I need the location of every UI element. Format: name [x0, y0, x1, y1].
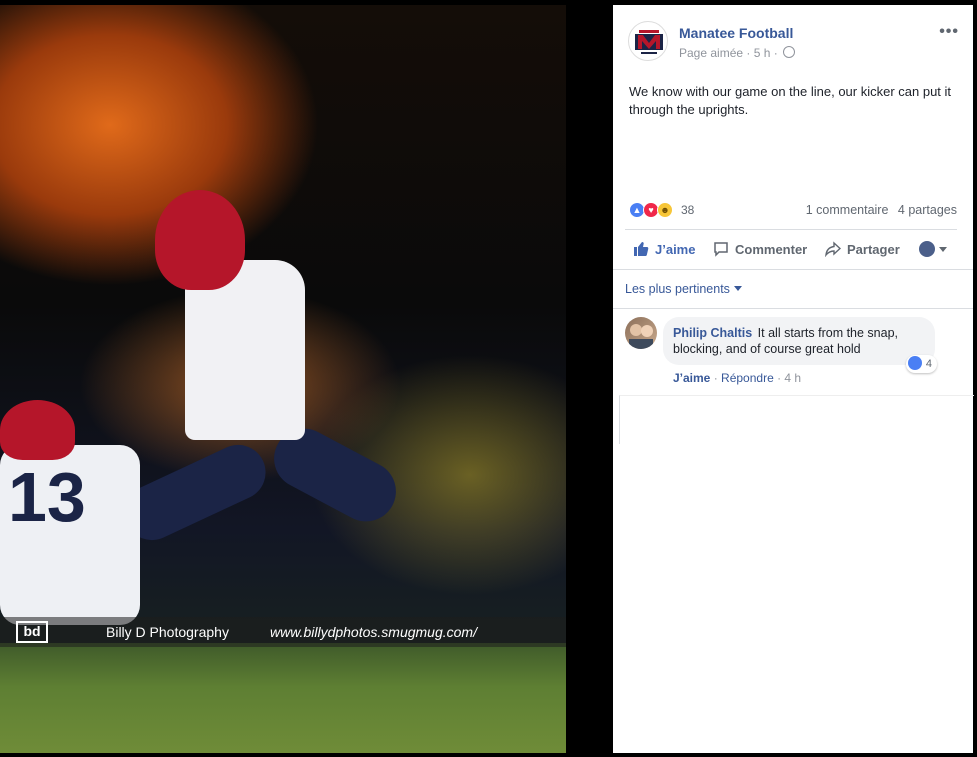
- comment-like-link[interactable]: J’aime: [673, 371, 710, 385]
- like-button-label: J’aime: [655, 242, 696, 257]
- watermark-name: Billy D Photography: [106, 624, 229, 640]
- like-reaction-icon: [907, 356, 922, 370]
- post-text: We know with our game on the line, our k…: [629, 84, 952, 117]
- comment-author-link[interactable]: Philip Chaltis: [673, 326, 752, 340]
- divider: [625, 229, 957, 230]
- comment-button[interactable]: Commenter: [713, 241, 807, 257]
- sort-label: Les plus pertinents: [625, 282, 730, 296]
- chevron-down-icon: [939, 247, 947, 252]
- post-header: Manatee Football Page aimée · 5 h · •••: [613, 5, 973, 75]
- share-button-label: Partager: [847, 242, 900, 257]
- post-meta: Page aimée · 5 h ·: [679, 46, 796, 60]
- share-button[interactable]: Partager: [825, 241, 900, 257]
- comment-reply-link[interactable]: Répondre: [721, 371, 774, 385]
- post-actions: J’aime Commenter Partager: [613, 237, 973, 263]
- reactions-count: 38: [681, 203, 695, 217]
- post-photo[interactable]: 13 bd Billy D Photography www.billydphot…: [0, 5, 566, 753]
- haha-reaction-icon: ☻: [657, 202, 673, 218]
- page-name-link[interactable]: Manatee Football: [679, 25, 793, 41]
- engagement-counts: 1 commentaire 4 partages: [800, 203, 957, 217]
- manatee-logo-icon: [635, 30, 663, 54]
- comment-like-count: 4: [925, 358, 932, 370]
- watermark-url: www.billydphotos.smugmug.com/: [270, 624, 477, 640]
- like-button[interactable]: J’aime: [633, 241, 695, 257]
- comment-actions: J’aime · Répondre · 4 h: [673, 371, 802, 385]
- comment-input-area: [619, 395, 974, 444]
- comment-reaction-badge[interactable]: 4: [905, 355, 937, 373]
- commenter-avatar[interactable]: [625, 317, 657, 349]
- post-time[interactable]: 5 h: [754, 46, 771, 60]
- field-grass: [0, 643, 566, 753]
- share-arrow-icon: [825, 241, 841, 257]
- person-avatar-icon: [629, 324, 653, 349]
- holder-number: 13: [8, 458, 86, 536]
- watermark-logo: bd: [16, 621, 48, 643]
- page-status: Page aimée: [679, 46, 744, 60]
- comment-time[interactable]: 4 h: [784, 371, 801, 385]
- comment-icon: [714, 242, 728, 257]
- chevron-down-icon: [733, 286, 742, 291]
- holder-helmet: [0, 400, 75, 460]
- photo-watermark: bd Billy D Photography www.billydphotos.…: [0, 617, 566, 647]
- page-avatar[interactable]: [628, 21, 668, 61]
- audience-selector[interactable]: [919, 241, 947, 257]
- profile-switch-icon: [919, 241, 935, 257]
- shares-count-link[interactable]: 4 partages: [898, 203, 957, 217]
- divider: [613, 269, 973, 270]
- divider: [613, 308, 973, 309]
- thumbs-up-icon: [634, 242, 649, 256]
- more-options-icon[interactable]: •••: [939, 23, 959, 41]
- comments-count-link[interactable]: 1 commentaire: [806, 203, 889, 217]
- kicker-helmet: [155, 190, 245, 290]
- comment-sort-dropdown[interactable]: Les plus pertinents: [625, 282, 742, 296]
- comment-bubble: Philip Chaltis It all starts from the sn…: [663, 317, 937, 373]
- photo-viewer: 13 bd Billy D Photography www.billydphot…: [0, 0, 977, 757]
- globe-icon: [783, 46, 796, 58]
- post-side-panel: Manatee Football Page aimée · 5 h · ••• …: [613, 5, 974, 753]
- comment-button-label: Commenter: [735, 242, 808, 257]
